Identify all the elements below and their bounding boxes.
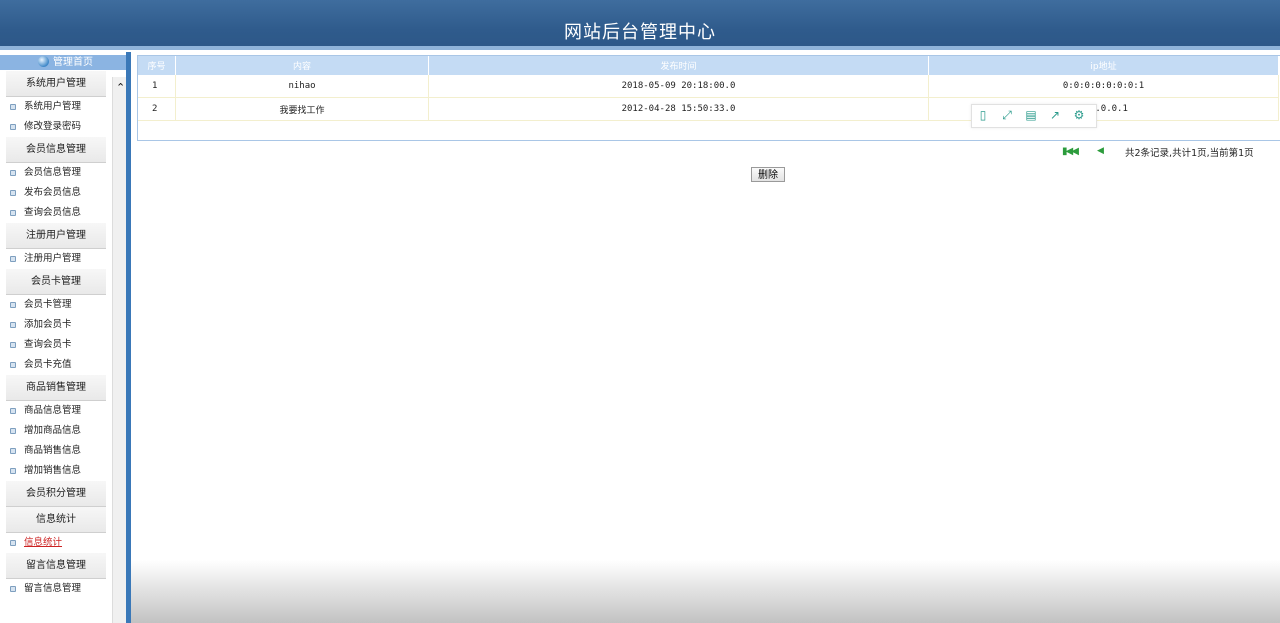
table-row[interactable]: 2 我要找工作 2012-04-28 15:50:33.0 127.0.0.1 — [138, 97, 1279, 121]
sidebar-item-label: 查询会员卡 — [24, 339, 72, 350]
cell-time: 2012-04-28 15:50:33.0 — [428, 97, 929, 121]
bullet-icon — [10, 428, 16, 434]
pagination: ▮◀◀ ◀ 共2条记录,共计1页,当前第1页 — [1062, 145, 1274, 159]
bullet-icon — [10, 104, 16, 110]
sidebar-item-label: 查询会员信息 — [24, 207, 82, 218]
sidebar-item[interactable]: 查询会员信息 — [0, 203, 112, 223]
bullet-icon — [10, 124, 16, 130]
sidebar-item[interactable]: 商品信息管理 — [0, 401, 112, 421]
cell-content: nihao — [175, 75, 429, 98]
bullet-icon — [10, 302, 16, 308]
cell-index: 1 — [138, 75, 176, 98]
sidebar-item-label: 注册用户管理 — [24, 253, 82, 264]
table-row[interactable]: 1 nihao 2018-05-09 20:18:00.0 0:0:0:0:0:… — [138, 75, 1279, 98]
table-header-row: 序号 内容 发布时间 ip地址 — [138, 56, 1279, 75]
bullet-icon — [10, 342, 16, 348]
sidebar-item-label: 增加销售信息 — [24, 465, 82, 476]
save-icon[interactable]: ▤ — [1025, 109, 1037, 121]
sidebar-item[interactable]: 增加商品信息 — [0, 421, 112, 441]
column-header-index: 序号 — [138, 56, 176, 75]
header-divider — [0, 46, 1280, 50]
message-table-box: 序号 内容 发布时间 ip地址 1 nihao 2018-05-09 20:18… — [137, 55, 1280, 141]
sidebar-item-label: 会员信息管理 — [24, 167, 82, 178]
bottom-fade — [131, 560, 1280, 623]
bullet-icon — [10, 170, 16, 176]
sidebar-menu: 系统用户管理 系统用户管理 修改登录密码 会员信息管理 会员信息管理 发布会员信息 查询会员… — [0, 71, 112, 599]
floating-toolbar: ▯ ⤢ ▤ ↗ ⚙ — [971, 104, 1097, 128]
sidebar-item[interactable]: 发布会员信息 — [0, 183, 112, 203]
sidebar-item[interactable]: 注册用户管理 — [0, 249, 112, 269]
sidebar-item-label: 发布会员信息 — [24, 187, 82, 198]
page-title: 网站后台管理中心 — [564, 22, 716, 43]
pagination-info: 共2条记录,共计1页,当前第1页 — [1125, 148, 1254, 159]
sidebar-rail — [126, 52, 131, 623]
sidebar-item[interactable]: 留言信息管理 — [0, 579, 112, 599]
bullet-icon — [10, 210, 16, 216]
sidebar-item[interactable]: 添加会员卡 — [0, 315, 112, 335]
column-header-content: 内容 — [175, 56, 429, 75]
sidebar-item-label: 会员卡充值 — [24, 359, 72, 370]
fullscreen-icon[interactable]: ⤢ — [1001, 109, 1013, 121]
header-bar: 网站后台管理中心 — [0, 0, 1280, 50]
sidebar-home-link[interactable]: 管理首页 — [0, 55, 131, 70]
sidebar-item[interactable]: 商品销售信息 — [0, 441, 112, 461]
sidebar-section-header[interactable]: 系统用户管理 — [6, 71, 106, 97]
bullet-icon — [10, 586, 16, 592]
bullet-icon — [10, 190, 16, 196]
sidebar-section-header[interactable]: 注册用户管理 — [6, 223, 106, 249]
sidebar-item-label: 信息统计 — [24, 537, 63, 548]
globe-icon — [38, 56, 49, 67]
cell-ip: 0:0:0:0:0:0:0:1 — [928, 75, 1279, 98]
sidebar-item[interactable]: 会员卡管理 — [0, 295, 112, 315]
bullet-icon — [10, 322, 16, 328]
first-page-icon[interactable]: ▮◀◀ — [1062, 146, 1079, 157]
cell-index: 2 — [138, 97, 176, 121]
scroll-up-icon[interactable]: ⌃ — [116, 81, 125, 94]
share-icon[interactable]: ↗ — [1049, 109, 1061, 121]
copy-icon[interactable]: ▯ — [977, 109, 989, 121]
sidebar-section-header[interactable]: 会员卡管理 — [6, 269, 106, 295]
bullet-icon — [10, 448, 16, 454]
sidebar-item[interactable]: 修改登录密码 — [0, 117, 112, 137]
sidebar-scrollbar[interactable]: ⌃ — [112, 77, 127, 623]
sidebar-section-header[interactable]: 信息统计 — [6, 507, 106, 533]
sidebar-item-label: 商品信息管理 — [24, 405, 82, 416]
sidebar-item[interactable]: 系统用户管理 — [0, 97, 112, 117]
sidebar-item[interactable]: 信息统计 — [0, 533, 112, 553]
sidebar: 管理首页 系统用户管理 系统用户管理 修改登录密码 会员信息管理 会员信息管理 发布会员信… — [0, 52, 131, 623]
sidebar-home-label: 管理首页 — [53, 57, 93, 68]
sidebar-item-label: 增加商品信息 — [24, 425, 82, 436]
sidebar-item[interactable]: 会员卡充值 — [0, 355, 112, 375]
sidebar-item[interactable]: 查询会员卡 — [0, 335, 112, 355]
sidebar-section-header[interactable]: 留言信息管理 — [6, 553, 106, 579]
sidebar-item[interactable]: 会员信息管理 — [0, 163, 112, 183]
sidebar-item-label: 会员卡管理 — [24, 299, 72, 310]
cell-content: 我要找工作 — [175, 97, 429, 121]
sidebar-section-header[interactable]: 会员信息管理 — [6, 137, 106, 163]
bullet-icon — [10, 362, 16, 368]
sidebar-item-label: 修改登录密码 — [24, 121, 82, 132]
sidebar-item-label: 系统用户管理 — [24, 101, 82, 112]
message-table: 序号 内容 发布时间 ip地址 1 nihao 2018-05-09 20:18… — [138, 56, 1279, 121]
delete-button[interactable]: 删除 — [751, 167, 785, 182]
bullet-icon — [10, 468, 16, 474]
cell-time: 2018-05-09 20:18:00.0 — [428, 75, 929, 98]
settings-icon[interactable]: ⚙ — [1073, 109, 1085, 121]
sidebar-section-header[interactable]: 商品销售管理 — [6, 375, 106, 401]
bullet-icon — [10, 408, 16, 414]
sidebar-section-header[interactable]: 会员积分管理 — [6, 481, 106, 507]
sidebar-item-label: 添加会员卡 — [24, 319, 72, 330]
column-header-time: 发布时间 — [428, 56, 929, 75]
sidebar-item-label: 商品销售信息 — [24, 445, 82, 456]
sidebar-item-label: 留言信息管理 — [24, 583, 82, 594]
sidebar-item[interactable]: 增加销售信息 — [0, 461, 112, 481]
bullet-icon — [10, 256, 16, 262]
column-header-ip: ip地址 — [928, 56, 1279, 75]
bullet-icon — [10, 540, 16, 546]
prev-page-icon[interactable]: ◀ — [1097, 146, 1104, 156]
